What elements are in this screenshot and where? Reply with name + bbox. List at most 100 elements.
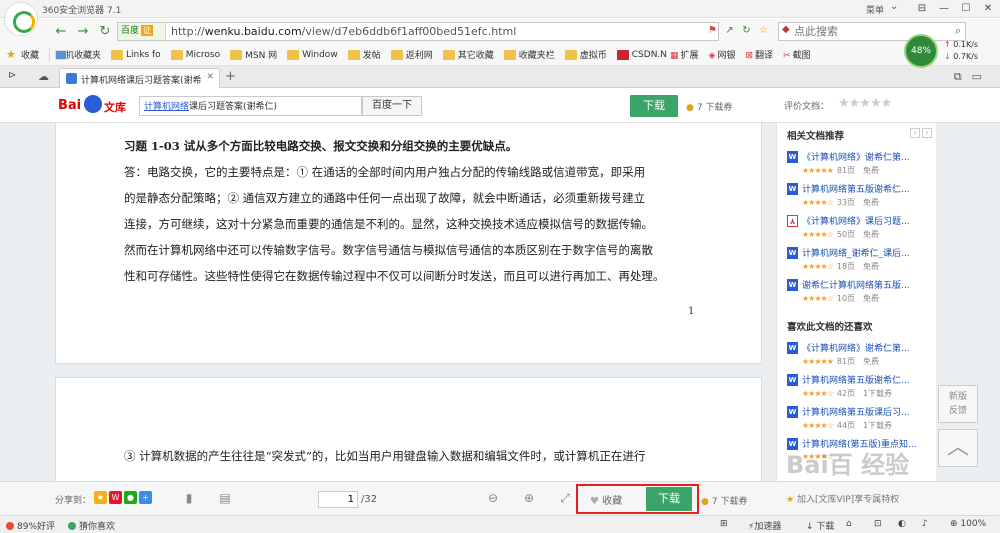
maximize-button[interactable]: ☐: [956, 1, 976, 16]
page-input[interactable]: [318, 490, 358, 508]
bookmark-item[interactable]: 虚拟币: [564, 48, 607, 61]
status-tool[interactable]: ◐: [898, 519, 906, 529]
share-icon[interactable]: ↗: [723, 24, 736, 37]
bookmark-item[interactable]: CSDN.N: [616, 49, 667, 60]
refresh-icon[interactable]: ↻: [96, 23, 114, 40]
rating-stars[interactable]: ★★★★★: [838, 96, 892, 111]
divider: [49, 47, 51, 62]
translate-button[interactable]: ⊠ 翻译: [745, 48, 773, 61]
rating-status[interactable]: 89%好评: [6, 519, 55, 532]
sidebar-toggle-icon[interactable]: ⊳: [8, 70, 16, 81]
wenku-search-input[interactable]: 计算机网络课后习题答案(谢希仁): [139, 96, 362, 116]
chevron-down-icon[interactable]: ⌄: [890, 1, 898, 12]
wechat-icon[interactable]: ●: [124, 491, 137, 504]
bookmark-item[interactable]: Microso: [170, 49, 220, 60]
back-to-top-button[interactable]: ︿: [938, 429, 978, 467]
bookmark-item[interactable]: 返利网: [390, 48, 433, 61]
favorite-button[interactable]: 收藏: [590, 492, 622, 507]
list-item[interactable]: W 计算机网络第五版谢希仁... ★★★★☆ 33页 免费: [787, 181, 933, 213]
forward-icon[interactable]: →: [74, 23, 92, 40]
download-button[interactable]: 下载: [646, 487, 692, 511]
list-item[interactable]: W 计算机网络第五版谢希仁... ★★★★☆ 42页 1下载券: [787, 372, 933, 404]
prev-icon[interactable]: ‹: [910, 128, 920, 138]
url-text[interactable]: http://wenku.baidu.com/view/d7eb6ddb6f1a…: [171, 25, 516, 38]
feedback-button[interactable]: 新版 反馈: [938, 385, 978, 423]
network-speed-widget[interactable]: 48% 0.1K/s 0.7K/s: [904, 34, 998, 68]
bookmark-item[interactable]: Window: [287, 49, 338, 60]
doc-title-link[interactable]: 《计算机网络》课后习题...: [802, 214, 932, 227]
bookmark-favorites[interactable]: ★ 收藏: [6, 48, 39, 62]
accelerator-button[interactable]: ⚡加速器: [748, 519, 781, 532]
restore-tab-icon[interactable]: ⧉: [954, 70, 962, 84]
bookmark-item[interactable]: 收藏夹栏: [503, 48, 555, 61]
word-file-icon: W: [787, 247, 798, 259]
list-item[interactable]: W 《计算机网络》谢希仁第... ★★★★★ 81页 免费: [787, 340, 933, 372]
doc-meta: ★★★★☆ 10页 免费: [802, 294, 880, 303]
menu-button[interactable]: 菜单: [866, 3, 884, 16]
zoom-level[interactable]: ⊕ 100%: [950, 519, 986, 529]
baidu-wenku-logo[interactable]: Bai 文库: [58, 95, 128, 117]
vip-promo[interactable]: 加入[文库VIP]享专属特权: [786, 492, 899, 505]
qzone-icon[interactable]: ★: [94, 491, 107, 504]
url-mode-badge[interactable]: 百度证: [118, 23, 166, 40]
bookmark-item[interactable]: MSN 网: [230, 48, 277, 61]
skin-button[interactable]: ⊟: [912, 1, 932, 16]
folder-icon: [390, 49, 403, 60]
status-tool[interactable]: ⌂: [846, 519, 852, 529]
more-share-icon[interactable]: +: [139, 491, 152, 504]
download-manager-button[interactable]: ↓ 下载: [806, 519, 834, 532]
document-icon[interactable]: ▤: [218, 491, 232, 505]
ebank-button[interactable]: ◈ 网银: [709, 48, 736, 61]
bookmark-icon[interactable]: ▮: [182, 491, 196, 505]
search-engine-icon[interactable]: ◆: [782, 24, 790, 35]
bookmark-item[interactable]: Links fo: [111, 49, 161, 60]
related-pager: ‹ ›: [910, 128, 932, 138]
tab-active[interactable]: 计算机网络课后习题答案(谢希 ✕: [59, 68, 220, 88]
doc-title-link[interactable]: 计算机网络第五版谢希仁...: [802, 182, 932, 195]
back-icon[interactable]: ←: [52, 23, 70, 40]
bookmark-item[interactable]: 发帖: [347, 48, 381, 61]
next-icon[interactable]: ›: [922, 128, 932, 138]
doc-title-link[interactable]: 谢希仁计算机网络第五版...: [802, 278, 932, 291]
list-item[interactable]: W 谢希仁计算机网络第五版... ★★★★☆ 10页 免费: [787, 277, 933, 309]
browser-logo[interactable]: [4, 2, 38, 36]
bookmark-item[interactable]: 其它收藏: [442, 48, 494, 61]
bookmark-item[interactable]: 手机收藏夹: [55, 48, 101, 61]
tab-list-icon[interactable]: ▭: [972, 70, 982, 84]
url-action-icons: ⚑ ↗ ↻ ☆: [706, 24, 770, 37]
doc-title-link[interactable]: 《计算机网络》谢希仁第...: [802, 150, 932, 163]
cloud-icon[interactable]: ☁: [38, 70, 49, 83]
star-icon[interactable]: ☆: [757, 24, 770, 37]
baidu-favicon-icon: [66, 73, 77, 84]
folder-icon: [564, 49, 577, 60]
zoom-in-icon[interactable]: ⊕: [522, 491, 536, 505]
guess-like[interactable]: 猜你喜欢: [68, 519, 115, 532]
list-item[interactable]: W 《计算机网络》谢希仁第... ★★★★★ 81页 免费: [787, 149, 933, 181]
fullscreen-icon[interactable]: ⤢: [558, 491, 572, 505]
list-item[interactable]: W 计算机网络第五版课后习... ★★★★☆ 44页 1下载券: [787, 404, 933, 436]
screenshot-button[interactable]: ✂ 截图: [783, 48, 811, 61]
minimize-button[interactable]: —: [934, 1, 954, 16]
wenku-search-button[interactable]: 百度一下: [362, 96, 422, 116]
close-button[interactable]: ✕: [978, 1, 998, 16]
list-item[interactable]: ⅄ 《计算机网络》课后习题... ★★★★☆ 50页 免费: [787, 213, 933, 245]
new-tab-button[interactable]: +: [225, 69, 236, 84]
doc-title-link[interactable]: 计算机网络_谢希仁_课后...: [802, 246, 932, 259]
tab-close-icon[interactable]: ✕: [206, 72, 214, 82]
doc-title-link[interactable]: 计算机网络第五版谢希仁...: [802, 373, 932, 386]
list-item[interactable]: W 计算机网络_谢希仁_课后... ★★★★☆ 18页 免费: [787, 245, 933, 277]
status-tool[interactable]: ♪: [922, 519, 928, 529]
bookmarks-bar: ★ 收藏 手机收藏夹 Links fo Microso MSN 网 Window …: [0, 44, 1000, 66]
status-tool[interactable]: ⊞: [720, 519, 728, 529]
download-speed: 0.7K/s: [944, 52, 978, 61]
extensions-button[interactable]: ▦ 扩展: [670, 48, 699, 61]
header-download-button[interactable]: 下载: [630, 95, 678, 117]
zoom-out-icon[interactable]: ⊖: [486, 491, 500, 505]
doc-title-link[interactable]: 计算机网络第五版课后习...: [802, 405, 932, 418]
url-field[interactable]: 百度证 http://wenku.baidu.com/view/d7eb6ddb…: [117, 22, 719, 41]
refresh-small-icon[interactable]: ↻: [740, 24, 753, 37]
doc-title-link[interactable]: 《计算机网络》谢希仁第...: [802, 341, 932, 354]
weibo-icon[interactable]: W: [109, 491, 122, 504]
speed-mode-icon[interactable]: ⚑: [706, 24, 719, 37]
status-tool[interactable]: ⊡: [874, 519, 882, 529]
